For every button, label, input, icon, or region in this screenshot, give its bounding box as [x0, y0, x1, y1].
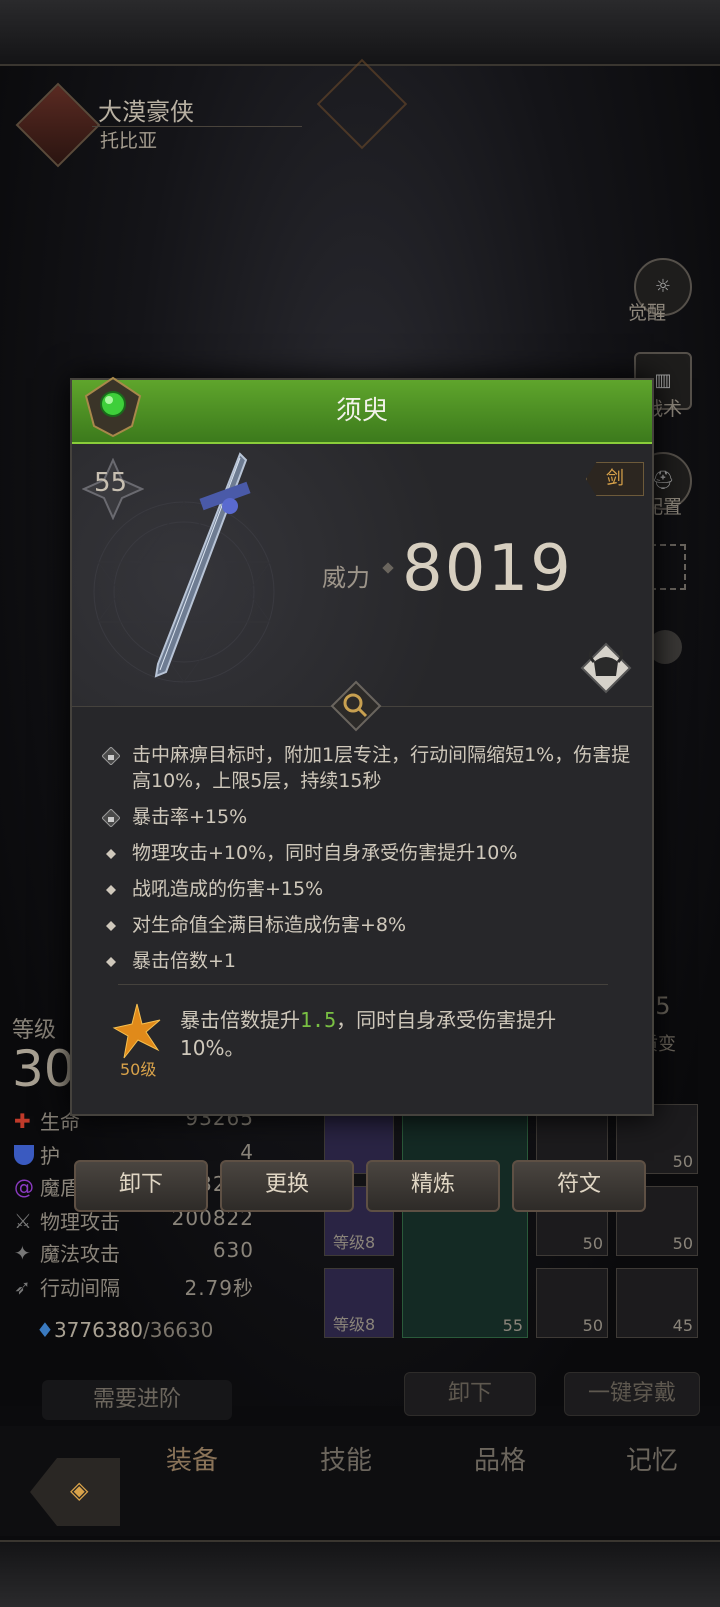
heart-icon: ✚ — [14, 1108, 31, 1133]
affix-text: 战吼造成的伤害+15% — [132, 878, 324, 900]
slot-level: 50 — [582, 1234, 603, 1253]
affix-item: 暴击倍数+1 — [102, 948, 632, 974]
equipment-slot[interactable]: 45 — [616, 1268, 698, 1338]
sword-icon — [154, 452, 251, 678]
exp-current: 3776380 — [53, 1318, 144, 1342]
stat-value: 2.79秒 — [184, 1276, 254, 1300]
magnifier-icon[interactable] — [330, 680, 382, 732]
weapon-slot[interactable]: 55 — [402, 1104, 528, 1338]
bottom-frame — [0, 1540, 720, 1607]
stat-label: 魔法攻击 — [40, 1242, 120, 1266]
lock-icon — [101, 808, 121, 828]
skill-text: 暴击倍数提升 — [180, 1008, 300, 1032]
slot-level: 50 — [582, 1316, 603, 1335]
slot-level: 55 — [502, 1316, 523, 1335]
equip-all-button[interactable]: 一键穿戴 — [564, 1372, 700, 1416]
affix-text: 暴击倍数+1 — [132, 950, 237, 972]
advance-button[interactable]: 需要进阶 — [42, 1380, 232, 1420]
rune-button[interactable]: 符文 — [512, 1160, 646, 1212]
diamond-bullet-icon — [102, 916, 120, 934]
level-value: 30 — [12, 1040, 76, 1098]
exp-total: /36630 — [143, 1318, 214, 1342]
skill-divider — [118, 984, 608, 985]
tab-character[interactable]: 品格 — [474, 1440, 526, 1477]
power-value: 8019 — [402, 532, 573, 606]
rune-slot[interactable]: 等级8 — [324, 1268, 394, 1338]
swirl-icon: @ — [14, 1174, 34, 1199]
equipment-slot[interactable]: 50 — [536, 1268, 608, 1338]
side-menu-label: 觉醒 — [628, 302, 667, 324]
skill-highlight-value: 1.5 — [300, 1008, 337, 1032]
class-horned-helmet-icon — [580, 642, 632, 694]
sword-icon: ⚔ — [14, 1208, 32, 1233]
diamond-icon: ◈ — [70, 1476, 89, 1504]
diamond-bullet-icon — [102, 844, 120, 862]
gem-emblem-icon — [84, 376, 142, 438]
affix-text: 暴击率+15% — [132, 806, 248, 828]
shield-icon — [14, 1144, 34, 1165]
affix-item: 击中麻痹目标时，附加1层专注，行动间隔缩短1%，伤害提高10%，上限5层，持续1… — [101, 742, 632, 794]
tab-equipment[interactable]: 装备 — [166, 1440, 218, 1477]
weapon-type-tag: 剑 — [586, 462, 644, 496]
top-frame — [0, 0, 720, 66]
affix-item: 战吼造成的伤害+15% — [102, 876, 632, 902]
diamond-bullet-icon — [102, 952, 120, 970]
tab-skills[interactable]: 技能 — [320, 1440, 372, 1477]
stat-row: ➶ 行动间隔 2.79秒 — [14, 1272, 254, 1302]
power-label: 威力 — [322, 564, 370, 592]
level-skill-description: 暴击倍数提升1.5，同时自身承受伤害提升10%。 — [180, 1006, 620, 1062]
lock-icon — [101, 746, 121, 766]
replace-button[interactable]: 更换 — [220, 1160, 354, 1212]
item-name: 须臾 — [335, 396, 388, 426]
affix-text: 对生命值全满目标造成伤害+8% — [132, 914, 407, 936]
stat-label: 行动间隔 — [40, 1276, 120, 1300]
exp-display: ♦3776380/36630 — [36, 1318, 213, 1342]
affix-text: 击中麻痹目标时，附加1层专注，行动间隔缩短1%，伤害提高10%，上限5层，持续1… — [132, 744, 631, 792]
affix-item: 物理攻击+10%，同时自身承受伤害提升10% — [102, 840, 632, 866]
crit-spark-icon — [112, 1003, 161, 1059]
side-menu-awaken[interactable]: ☼ 觉醒 — [628, 258, 692, 324]
slot-label: 等级8 — [333, 1315, 376, 1334]
skill-unlock-level: 50级 — [120, 1060, 157, 1079]
crystal-icon: ♦ — [36, 1318, 54, 1342]
unequip-button[interactable]: 卸下 — [74, 1160, 208, 1212]
affix-item: 对生命值全满目标造成伤害+8% — [102, 912, 632, 938]
character-title: 大漠豪侠 — [98, 98, 194, 126]
refine-button[interactable]: 精炼 — [366, 1160, 500, 1212]
affix-item: 暴击率+15% — [101, 804, 632, 830]
inventory-unequip-button[interactable]: 卸下 — [404, 1372, 536, 1416]
slot-level: 45 — [672, 1316, 693, 1335]
tab-memory[interactable]: 记忆 — [626, 1440, 678, 1477]
stat-row: ✦ 魔法攻击 630 — [14, 1238, 254, 1268]
slot-level: 50 — [672, 1152, 693, 1171]
affix-text: 物理攻击+10%，同时自身承受伤害提升10% — [132, 842, 518, 864]
slot-label: 等级8 — [333, 1233, 376, 1252]
character-name: 托比亚 — [100, 130, 158, 152]
wing-icon: ➶ — [14, 1274, 31, 1299]
stat-value: 630 — [212, 1238, 254, 1262]
diamond-bullet-icon — [102, 880, 120, 898]
item-detail-popup: 须臾 55 剑 威力 8019 击中麻痹目标时，附加1层专注，行动间隔缩短1%，… — [70, 376, 654, 1116]
item-level: 55 — [94, 468, 128, 498]
slot-level: 50 — [672, 1234, 693, 1253]
staff-icon: ✦ — [14, 1240, 31, 1265]
